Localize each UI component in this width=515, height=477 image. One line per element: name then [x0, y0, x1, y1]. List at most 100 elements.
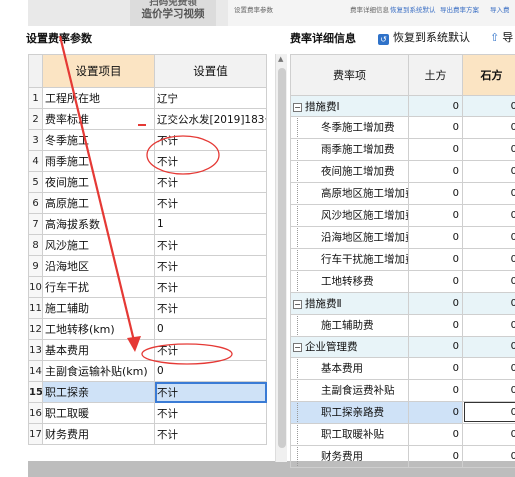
fee-item-cell[interactable]: 工地转移费	[290, 270, 409, 294]
earthwork-value-cell[interactable]: 0	[408, 116, 463, 140]
restore-default-button[interactable]: ↺ 恢复到系统默认	[378, 29, 470, 45]
parameter-row[interactable]: 17 财务费用 不计	[28, 423, 267, 445]
setting-value-cell[interactable]: 不计	[154, 402, 267, 424]
fee-item-cell[interactable]: − 措施费Ⅰ	[290, 94, 409, 118]
setting-value-cell[interactable]: 0	[154, 318, 267, 340]
earthwork-value-cell[interactable]: 0	[408, 248, 463, 272]
fee-item-cell[interactable]: 夜间施工增加费	[290, 160, 409, 184]
collapse-toggle-icon[interactable]: −	[293, 299, 302, 309]
fee-item-row[interactable]: 冬季施工增加费 00	[290, 116, 515, 140]
collapse-toggle-icon[interactable]: −	[293, 102, 302, 112]
fee-item-cell[interactable]: 冬季施工增加费	[290, 116, 409, 140]
earthwork-value-cell[interactable]: 0	[408, 422, 463, 446]
scroll-up-arrow-icon[interactable]: ▲	[278, 55, 283, 63]
earthwork-value-cell[interactable]: 0	[408, 182, 463, 206]
parameter-row[interactable]: 14 主副食运输补贴(km) 0	[28, 360, 267, 382]
column-header-earthwork[interactable]: 土方	[408, 54, 463, 96]
earthwork-value-cell[interactable]: 0	[408, 335, 463, 358]
fee-group-row[interactable]: −措施费Ⅰ00	[290, 94, 515, 118]
setting-value-cell[interactable]: 不计	[154, 339, 267, 361]
earthwork-value-cell[interactable]: 0	[408, 378, 463, 402]
parameter-row[interactable]: 12 工地转移(km) 0	[28, 318, 267, 340]
vertical-scrollbar[interactable]: ▲	[275, 54, 287, 462]
parameter-row[interactable]: 13 基本费用 不计	[28, 339, 267, 361]
fee-item-cell[interactable]: 主副食运费补贴	[290, 378, 409, 402]
column-header-setting-value[interactable]: 设置值	[154, 54, 267, 88]
fee-item-row[interactable]: 夜间施工增加费 00	[290, 160, 515, 184]
fee-item-cell[interactable]: 施工辅助费	[290, 313, 409, 337]
fee-item-cell[interactable]: 基本费用	[290, 356, 409, 380]
fee-item-row[interactable]: 职工取暖补贴 00	[290, 422, 515, 446]
stonework-value-cell[interactable]: 0	[462, 422, 515, 446]
setting-value-cell[interactable]: 0	[154, 360, 267, 382]
setting-value-cell[interactable]: 不计	[154, 423, 267, 445]
setting-value-cell[interactable]: 不计	[154, 192, 267, 214]
earthwork-value-cell[interactable]: 0	[408, 204, 463, 228]
stonework-value-cell[interactable]: 0	[462, 138, 515, 162]
parameter-row[interactable]: 16 职工取暖 不计	[28, 402, 267, 424]
stonework-value-cell[interactable]: 0	[462, 226, 515, 250]
fee-item-row[interactable]: 行车干扰施工增加费00	[290, 248, 515, 272]
fee-item-cell[interactable]: 风沙地区施工增加费	[290, 204, 409, 228]
parameter-row[interactable]: 8 风沙施工 不计	[28, 234, 267, 256]
earthwork-value-cell[interactable]: 0	[408, 160, 463, 184]
parameter-row[interactable]: 10 行车干扰 不计	[28, 276, 267, 298]
fee-item-cell[interactable]: 职工探亲路费	[290, 400, 409, 424]
stonework-value-cell[interactable]: 0	[462, 182, 515, 206]
fee-item-row[interactable]: 沿海地区施工增加费00	[290, 226, 515, 250]
earthwork-value-cell[interactable]: 0	[408, 400, 463, 424]
setting-value-cell[interactable]: 不计	[154, 276, 267, 298]
parameter-row[interactable]: 11 施工辅助 不计	[28, 297, 267, 319]
collapse-toggle-icon[interactable]: −	[293, 343, 302, 353]
stonework-value-cell[interactable]: 0	[462, 94, 515, 118]
fee-item-row[interactable]: 风沙地区施工增加费00	[290, 204, 515, 228]
earthwork-value-cell[interactable]: 0	[408, 313, 463, 337]
setting-value-cell[interactable]: 辽交公水发[2019]183号	[154, 108, 267, 130]
setting-value-cell[interactable]: 不计	[154, 234, 267, 256]
parameter-row[interactable]: 9 沿海地区 不计	[28, 255, 267, 277]
fee-item-row[interactable]: 高原地区施工增加费00	[290, 182, 515, 206]
fee-item-cell[interactable]: 行车干扰施工增加费	[290, 248, 409, 272]
column-header-fee-item[interactable]: 费率项	[290, 54, 409, 96]
fee-item-row[interactable]: 工地转移费 00	[290, 270, 515, 294]
setting-value-cell[interactable]: 不计	[154, 129, 267, 151]
stonework-value-cell[interactable]: 0	[462, 204, 515, 228]
earthwork-value-cell[interactable]: 0	[408, 356, 463, 380]
column-header-setting-item[interactable]: 设置项目	[42, 54, 155, 88]
fee-item-row[interactable]: 基本费用 00	[290, 356, 515, 380]
setting-value-cell[interactable]: 不计	[154, 255, 267, 277]
fee-item-row[interactable]: 财务费用 00	[290, 444, 515, 468]
stonework-value-cell[interactable]: 0	[462, 248, 515, 272]
fee-item-cell[interactable]: − 措施费Ⅱ	[290, 292, 409, 315]
stonework-value-cell[interactable]: 0	[462, 378, 515, 402]
fee-item-row[interactable]: 雨季施工增加费 00	[290, 138, 515, 162]
earthwork-value-cell[interactable]: 0	[408, 138, 463, 162]
parameter-row[interactable]: 3 冬季施工 不计	[28, 129, 267, 151]
fee-item-cell[interactable]: 沿海地区施工增加费	[290, 226, 409, 250]
fee-item-cell[interactable]: 财务费用	[290, 444, 409, 468]
parameter-row[interactable]: 7 高海拔系数 1	[28, 213, 267, 235]
parameter-row[interactable]: 4 雨季施工 不计	[28, 150, 267, 172]
fee-group-row[interactable]: −措施费Ⅱ00	[290, 292, 515, 315]
stonework-value-cell[interactable]: 0	[462, 356, 515, 380]
fee-item-row[interactable]: 施工辅助费 00	[290, 313, 515, 337]
fee-item-cell[interactable]: 职工取暖补贴	[290, 422, 409, 446]
setting-value-cell[interactable]: 不计	[154, 150, 267, 172]
earthwork-value-cell[interactable]: 0	[408, 226, 463, 250]
export-button[interactable]: ⇧ 导	[490, 29, 513, 45]
scrollbar-thumb[interactable]	[278, 68, 286, 448]
parameter-row[interactable]: 6 高原施工 不计	[28, 192, 267, 214]
setting-value-cell[interactable]: 不计	[154, 297, 267, 319]
stonework-value-cell[interactable]: 0	[462, 116, 515, 140]
setting-value-cell[interactable]: 不计	[154, 171, 267, 193]
parameter-row[interactable]: 15 职工探亲 不计	[28, 381, 267, 403]
parameter-row[interactable]: 5 夜间施工 不计	[28, 171, 267, 193]
earthwork-value-cell[interactable]: 0	[408, 444, 463, 468]
stonework-value-cell[interactable]: 0	[462, 160, 515, 184]
fee-item-cell[interactable]: 高原地区施工增加费	[290, 182, 409, 206]
column-header-stonework[interactable]: 石方	[462, 54, 515, 96]
stonework-value-cell[interactable]: 0	[462, 292, 515, 315]
parameter-row[interactable]: 1 工程所在地 辽宁	[28, 87, 267, 109]
setting-value-cell[interactable]: 1	[154, 213, 267, 235]
stonework-value-cell[interactable]: 0	[462, 270, 515, 294]
